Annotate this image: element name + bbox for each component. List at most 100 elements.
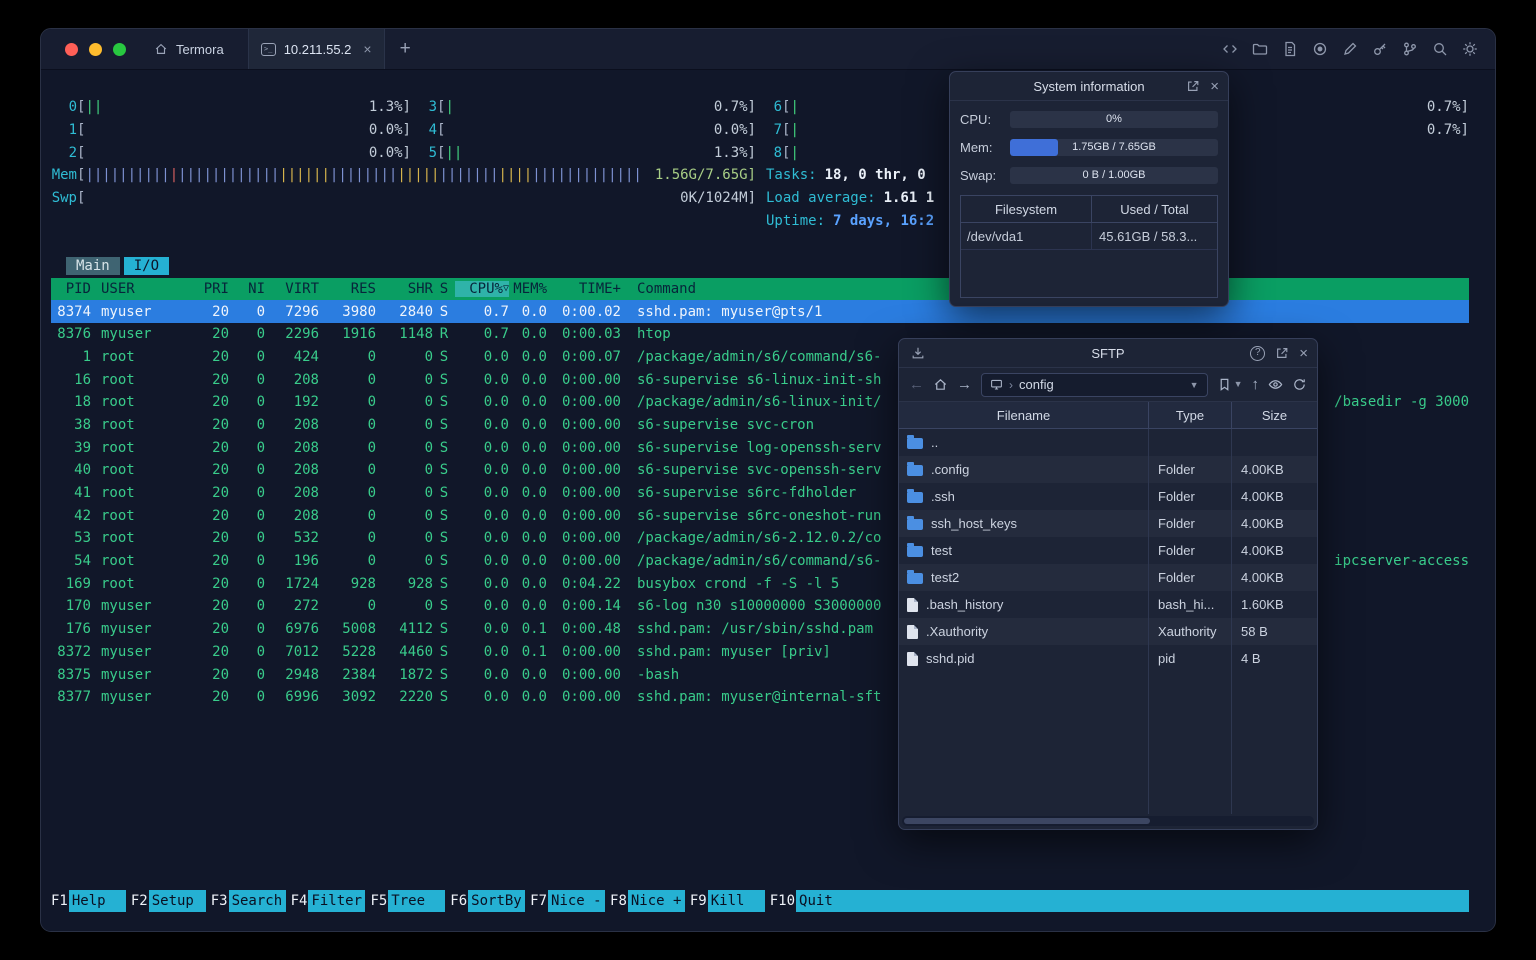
panel-titlebar[interactable]: SFTP ? × [899,339,1317,368]
file-row[interactable]: .ssh Folder 4.00KB [899,483,1317,510]
file-row[interactable]: test Folder 4.00KB [899,537,1317,564]
proc-time: 0:00.02 [561,303,621,320]
proc-virt: 272 [293,598,319,615]
file-row[interactable]: ssh_host_keys Folder 4.00KB [899,510,1317,537]
settings-gear-icon[interactable] [1461,40,1479,58]
file-row[interactable]: .bash_history bash_hi... 1.60KB [899,591,1317,618]
function-key-button[interactable]: F10 Quit [765,890,854,912]
path-breadcrumb[interactable]: › config ▼ [981,372,1208,397]
proc-state: S [439,371,449,388]
popout-icon[interactable] [1186,79,1200,93]
parent-directory-icon[interactable]: ↑ [1252,377,1260,392]
horizontal-scrollbar[interactable] [902,816,1314,826]
column-header-size[interactable]: Size [1232,402,1317,428]
proc-cpu: 0.0 [483,371,509,388]
file-row[interactable]: .. [899,429,1317,456]
home-icon[interactable] [933,377,948,392]
back-icon[interactable]: ← [909,377,924,392]
forward-icon[interactable]: → [957,377,972,392]
column-header-virt[interactable]: VIRT [265,281,319,297]
column-header-mem[interactable]: MEM% [509,281,547,297]
column-header-state[interactable]: S [433,281,455,297]
function-key-button[interactable]: F2 Setup [126,890,206,912]
file-row[interactable]: .Xauthority Xauthority 58 B [899,618,1317,645]
column-header-ni[interactable]: NI [229,281,265,297]
log-file-icon[interactable] [1281,40,1299,58]
folder-icon[interactable] [1251,40,1269,58]
proc-virt: 208 [293,416,319,433]
file-type-icon [907,516,923,530]
proc-pri: 20 [212,485,229,502]
column-header-cpu-sorted[interactable]: CPU% ▽ [455,280,509,297]
show-hidden-eye-icon[interactable] [1268,377,1283,392]
window-close-button[interactable] [65,42,78,56]
new-tab-button[interactable]: + [400,38,411,60]
search-icon[interactable] [1431,40,1449,58]
help-icon[interactable]: ? [1250,345,1266,361]
proc-pri: 20 [212,303,229,320]
column-header-shr[interactable]: SHR [376,281,433,297]
function-key-button[interactable]: F8 Nice + [605,890,685,912]
scrollbar-thumb[interactable] [904,818,1150,824]
tab-main[interactable]: Main [66,257,120,276]
proc-shr: 0 [424,507,433,524]
proc-user: myuser [101,326,152,343]
proc-state: S [439,530,449,547]
edit-pen-icon[interactable] [1341,40,1359,58]
proc-cpu: 0.0 [483,643,509,660]
function-key-button[interactable]: F9 Kill [685,890,765,912]
proc-virt: 6976 [285,621,319,638]
proc-time: 0:00.48 [561,621,621,638]
proc-shr: 1872 [399,666,433,683]
fn-label: Help [68,890,126,912]
popout-icon[interactable] [1275,346,1289,360]
proc-pid: 8375 [57,666,91,683]
chevron-down-icon[interactable]: ▼ [1190,380,1199,390]
tab-io[interactable]: I/O [123,257,170,276]
proc-shr: 0 [424,416,433,433]
tab-close-icon[interactable]: × [363,41,371,57]
file-row[interactable]: test2 Folder 4.00KB [899,564,1317,591]
column-header-time[interactable]: TIME+ [547,281,621,297]
tab-host-10-211-55-2[interactable]: >_ 10.211.55.2 × [247,29,385,69]
function-key-button[interactable]: F6 SortBy [445,890,526,912]
column-header-pid[interactable]: PID [51,281,91,297]
bookmark-icon[interactable]: ▼ [1217,377,1243,392]
refresh-icon[interactable] [1292,377,1307,392]
fn-key: F6 [450,893,468,909]
function-key-button[interactable]: F5 Tree [365,890,446,912]
chevron-down-icon: ▼ [1233,379,1243,389]
git-branch-icon[interactable] [1401,40,1419,58]
proc-virt: 208 [293,439,319,456]
window-zoom-button[interactable] [113,42,126,56]
column-header-pri[interactable]: PRI [197,281,229,297]
proc-virt: 208 [293,507,319,524]
file-size: 58 B [1241,624,1268,639]
download-icon[interactable] [911,346,925,360]
file-row[interactable]: sshd.pid pid 4 B [899,645,1317,672]
close-icon[interactable]: × [1299,346,1308,361]
file-type: Folder [1149,564,1232,591]
memory-usage-row: Mem: 1.75GB / 7.65GB [960,139,1218,156]
tab-termora-home[interactable]: Termora [146,29,248,69]
column-header-type[interactable]: Type [1149,402,1232,428]
close-icon[interactable]: × [1210,79,1219,94]
window-minimize-button[interactable] [89,42,102,56]
panel-titlebar[interactable]: System information × [950,72,1228,101]
function-key-button[interactable]: F4 Filter [286,890,366,912]
process-row[interactable]: 8374 myuser 20 0 7296 3980 2840 S 0.7 0.… [51,300,1469,323]
function-key-button[interactable]: F7 Nice - [525,890,606,912]
proc-virt: 7012 [285,643,319,660]
proc-pid: 8374 [57,303,91,320]
column-header-filename[interactable]: Filename [899,402,1149,428]
code-icon[interactable] [1221,40,1239,58]
column-header-res[interactable]: RES [319,281,376,297]
record-icon[interactable] [1311,40,1329,58]
proc-pid: 8372 [57,643,91,660]
function-key-button[interactable]: F3 Search [206,890,286,912]
column-header-user[interactable]: USER [91,281,197,297]
function-key-button[interactable]: F1 Help [51,890,126,912]
key-icon[interactable] [1371,40,1389,58]
file-row[interactable]: .config Folder 4.00KB [899,456,1317,483]
filesystem-row[interactable]: /dev/vda1 45.61GB / 58.3... [961,223,1217,250]
